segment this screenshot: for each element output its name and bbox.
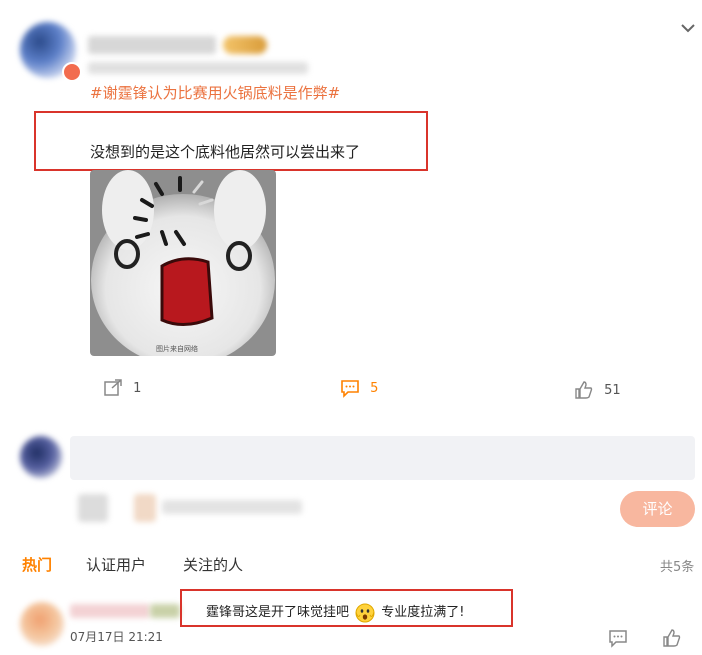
verified-badge	[62, 62, 82, 82]
commenter-avatar[interactable]	[20, 602, 64, 646]
tab-hot[interactable]: 热门	[22, 554, 52, 575]
comment-time: 07月17日 21:21	[70, 630, 163, 644]
comment-text-part1: 霆锋哥这是开了味觉挂吧	[206, 605, 350, 620]
topic-hashtag[interactable]: #谢霆锋认为比赛用火锅底料是作弊#	[90, 82, 340, 103]
comment-icon	[341, 380, 359, 398]
image-upload-button[interactable]	[134, 494, 156, 522]
comment-like-icon[interactable]	[662, 628, 682, 648]
post-meta-blurred	[88, 62, 308, 74]
commenter-name-blurred[interactable]	[70, 604, 150, 618]
repost-option-blurred[interactable]	[162, 500, 302, 514]
tab-following[interactable]: 关注的人	[183, 554, 243, 575]
comment-action[interactable]: 5	[340, 378, 378, 398]
comment-count: 5	[370, 380, 379, 396]
share-action[interactable]: 1	[103, 378, 141, 398]
post-text: 没想到的是这个底料他居然可以尝出来了	[90, 143, 361, 161]
image-watermark: 图片来自网络	[156, 345, 198, 353]
chevron-down-icon[interactable]	[678, 18, 698, 38]
like-count: 51	[604, 382, 621, 398]
author-name-blurred[interactable]	[88, 36, 216, 54]
post-image[interactable]: 图片来自网络	[90, 170, 276, 356]
comment-text-part2: 专业度拉满了!	[381, 605, 465, 620]
thumbs-up-icon	[575, 381, 593, 399]
tab-verified-users[interactable]: 认证用户	[86, 554, 146, 575]
my-avatar	[20, 436, 62, 478]
submit-comment-button[interactable]: 评论	[620, 491, 695, 527]
emoji-button[interactable]	[78, 494, 108, 522]
share-icon	[104, 379, 122, 396]
like-action[interactable]: 51	[574, 380, 621, 400]
comment-text: 霆锋哥这是开了味觉挂吧 专业度拉满了!	[206, 601, 465, 623]
total-comments: 共5条	[660, 560, 695, 575]
share-count: 1	[133, 380, 142, 396]
reply-icon[interactable]	[608, 628, 628, 648]
commenter-badge-blurred	[150, 604, 180, 618]
member-badge	[223, 36, 267, 54]
shocked-face-emoji-icon	[355, 603, 375, 622]
comment-input[interactable]	[70, 436, 695, 480]
